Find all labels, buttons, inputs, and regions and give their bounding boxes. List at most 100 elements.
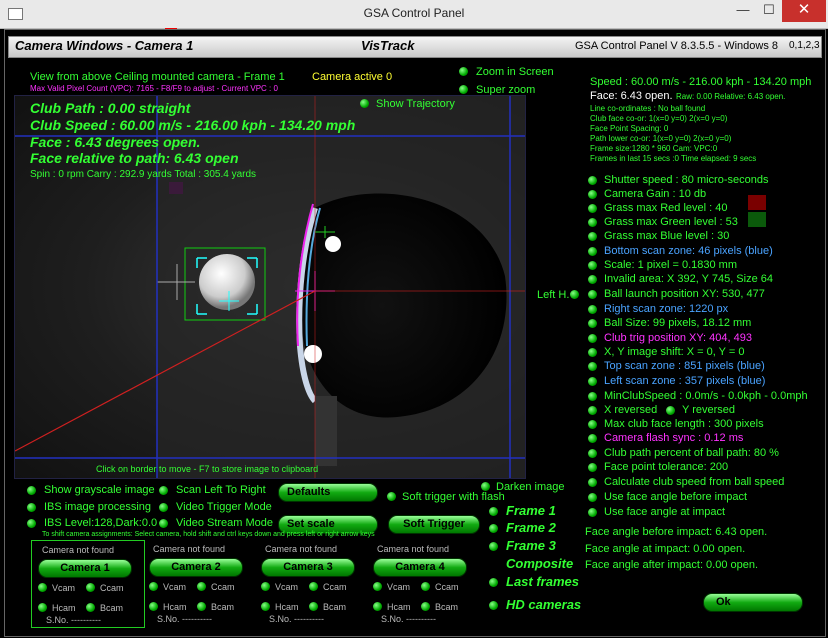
hd-cameras-link[interactable]: HD cameras bbox=[506, 597, 581, 612]
setting-radio[interactable] bbox=[588, 362, 597, 371]
frame-2-link[interactable]: Frame 2 bbox=[506, 520, 556, 535]
setting-radio[interactable] bbox=[588, 232, 597, 241]
setting-radio[interactable] bbox=[588, 176, 597, 185]
video-stream-radio[interactable] bbox=[159, 519, 168, 528]
setting-item[interactable]: Calculate club speed from ball speed bbox=[604, 476, 784, 488]
vcam-label[interactable]: Vcam bbox=[163, 582, 186, 592]
hd-cameras-radio[interactable] bbox=[489, 601, 498, 610]
setting-radio[interactable] bbox=[588, 204, 597, 213]
video-trigger-label[interactable]: Video Trigger Mode bbox=[176, 501, 272, 513]
hcam-radio[interactable] bbox=[38, 603, 47, 612]
video-trigger-radio[interactable] bbox=[159, 503, 168, 512]
setting-item[interactable]: Camera Gain : 10 db bbox=[604, 188, 706, 200]
vcam-radio[interactable] bbox=[38, 583, 47, 592]
left-h-radio[interactable] bbox=[570, 290, 579, 299]
darken-radio[interactable] bbox=[481, 482, 490, 491]
setting-item[interactable]: X, Y image shift: X = 0, Y = 0 bbox=[604, 346, 744, 358]
bcam-label[interactable]: Bcam bbox=[100, 603, 123, 613]
ibs-level-label[interactable]: IBS Level:128,Dark:0.0 bbox=[44, 517, 157, 529]
grayscale-radio[interactable] bbox=[27, 486, 36, 495]
bcam-label[interactable]: Bcam bbox=[323, 602, 346, 612]
setting-item[interactable]: Camera flash sync : 0.12 ms bbox=[604, 432, 743, 444]
setting-item[interactable]: Use face angle at impact bbox=[604, 506, 725, 518]
setting-item[interactable]: Club trig position XY: 404, 493 bbox=[604, 332, 752, 344]
bcam-label[interactable]: Bcam bbox=[435, 602, 458, 612]
last-frames-radio[interactable] bbox=[489, 578, 498, 587]
camera-button[interactable]: Camera 1 bbox=[38, 559, 132, 578]
ccam-label[interactable]: Ccam bbox=[323, 582, 347, 592]
setting-radio[interactable] bbox=[588, 247, 597, 256]
ccam-radio[interactable] bbox=[86, 583, 95, 592]
setting-radio[interactable] bbox=[588, 392, 597, 401]
camera-button[interactable]: Camera 2 bbox=[149, 558, 243, 577]
vcam-label[interactable]: Vcam bbox=[387, 582, 410, 592]
vcam-radio[interactable] bbox=[149, 582, 158, 591]
setting-radio[interactable] bbox=[588, 434, 597, 443]
setting-radio[interactable] bbox=[588, 420, 597, 429]
setting-item[interactable]: Grass max Red level : 40 bbox=[604, 202, 728, 214]
setting-item[interactable]: Invalid area: X 392, Y 745, Size 64 bbox=[604, 273, 773, 285]
maximize-button[interactable]: ☐ bbox=[756, 0, 782, 22]
ccam-label[interactable]: Ccam bbox=[211, 582, 235, 592]
setting-item[interactable]: Use face angle before impact bbox=[604, 491, 747, 503]
vcam-radio[interactable] bbox=[261, 582, 270, 591]
hcam-label[interactable]: Hcam bbox=[163, 602, 187, 612]
setting-item[interactable]: Top scan zone : 851 pixels (blue) bbox=[604, 360, 765, 372]
setting-item[interactable]: Ball launch position XY: 530, 477 bbox=[604, 288, 765, 300]
setting-item[interactable]: Ball Size: 99 pixels, 18.12 mm bbox=[604, 317, 751, 329]
last-frames-link[interactable]: Last frames bbox=[506, 574, 579, 589]
show-trajectory-radio[interactable] bbox=[360, 99, 369, 108]
ccam-radio[interactable] bbox=[309, 582, 318, 591]
hcam-label[interactable]: Hcam bbox=[275, 602, 299, 612]
bcam-radio[interactable] bbox=[309, 602, 318, 611]
hcam-label[interactable]: Hcam bbox=[52, 603, 76, 613]
vcam-label[interactable]: Vcam bbox=[275, 582, 298, 592]
close-button[interactable]: ✕ bbox=[782, 0, 826, 22]
vcam-label[interactable]: Vcam bbox=[52, 583, 75, 593]
y-reversed-label[interactable]: Y reversed bbox=[682, 404, 735, 416]
setting-radio[interactable] bbox=[588, 449, 597, 458]
setting-item[interactable]: Grass max Green level : 53 bbox=[604, 216, 738, 228]
camera-button[interactable]: Camera 3 bbox=[261, 558, 355, 577]
ccam-label[interactable]: Ccam bbox=[100, 583, 124, 593]
show-trajectory-label[interactable]: Show Trajectory bbox=[376, 98, 455, 110]
setting-radio[interactable] bbox=[588, 334, 597, 343]
setting-radio[interactable] bbox=[588, 493, 597, 502]
scan-lr-label[interactable]: Scan Left To Right bbox=[176, 484, 266, 496]
setting-item[interactable]: Grass max Blue level : 30 bbox=[604, 230, 729, 242]
frame-2-radio[interactable] bbox=[489, 524, 498, 533]
hcam-radio[interactable] bbox=[261, 602, 270, 611]
ibs-label[interactable]: IBS image processing bbox=[44, 501, 151, 513]
grayscale-label[interactable]: Show grayscale image bbox=[44, 484, 155, 496]
ccam-radio[interactable] bbox=[197, 582, 206, 591]
ccam-label[interactable]: Ccam bbox=[435, 582, 459, 592]
setting-radio[interactable] bbox=[588, 190, 597, 199]
vcam-radio[interactable] bbox=[373, 582, 382, 591]
setting-radio[interactable] bbox=[588, 463, 597, 472]
darken-label[interactable]: Darken image bbox=[496, 481, 564, 493]
ok-button[interactable]: Ok bbox=[703, 593, 803, 612]
camera-button[interactable]: Camera 4 bbox=[373, 558, 467, 577]
bcam-radio[interactable] bbox=[421, 602, 430, 611]
hcam-label[interactable]: Hcam bbox=[387, 602, 411, 612]
ibs-radio[interactable] bbox=[27, 503, 36, 512]
setting-radio[interactable] bbox=[588, 290, 597, 299]
setting-radio[interactable] bbox=[588, 377, 597, 386]
setting-radio[interactable] bbox=[588, 478, 597, 487]
scan-lr-radio[interactable] bbox=[159, 486, 168, 495]
bcam-radio[interactable] bbox=[86, 603, 95, 612]
frame-1-link[interactable]: Frame 1 bbox=[506, 503, 556, 518]
setting-item[interactable]: Scale: 1 pixel = 0.1830 mm bbox=[604, 259, 737, 271]
soft-trigger-button[interactable]: Soft Trigger bbox=[388, 515, 480, 534]
setting-item[interactable]: Max club face length : 300 pixels bbox=[604, 418, 764, 430]
setting-radio[interactable] bbox=[588, 275, 597, 284]
setting-item[interactable]: X reversed bbox=[604, 404, 657, 416]
setting-item[interactable]: Shutter speed : 80 micro-seconds bbox=[604, 174, 768, 186]
super-zoom-radio[interactable] bbox=[459, 85, 468, 94]
hcam-radio[interactable] bbox=[149, 602, 158, 611]
setting-item[interactable]: Face point tolerance: 200 bbox=[604, 461, 728, 473]
setting-radio[interactable] bbox=[588, 348, 597, 357]
setting-radio[interactable] bbox=[588, 218, 597, 227]
zoom-radio[interactable] bbox=[459, 67, 468, 76]
setting-radio[interactable] bbox=[588, 406, 597, 415]
